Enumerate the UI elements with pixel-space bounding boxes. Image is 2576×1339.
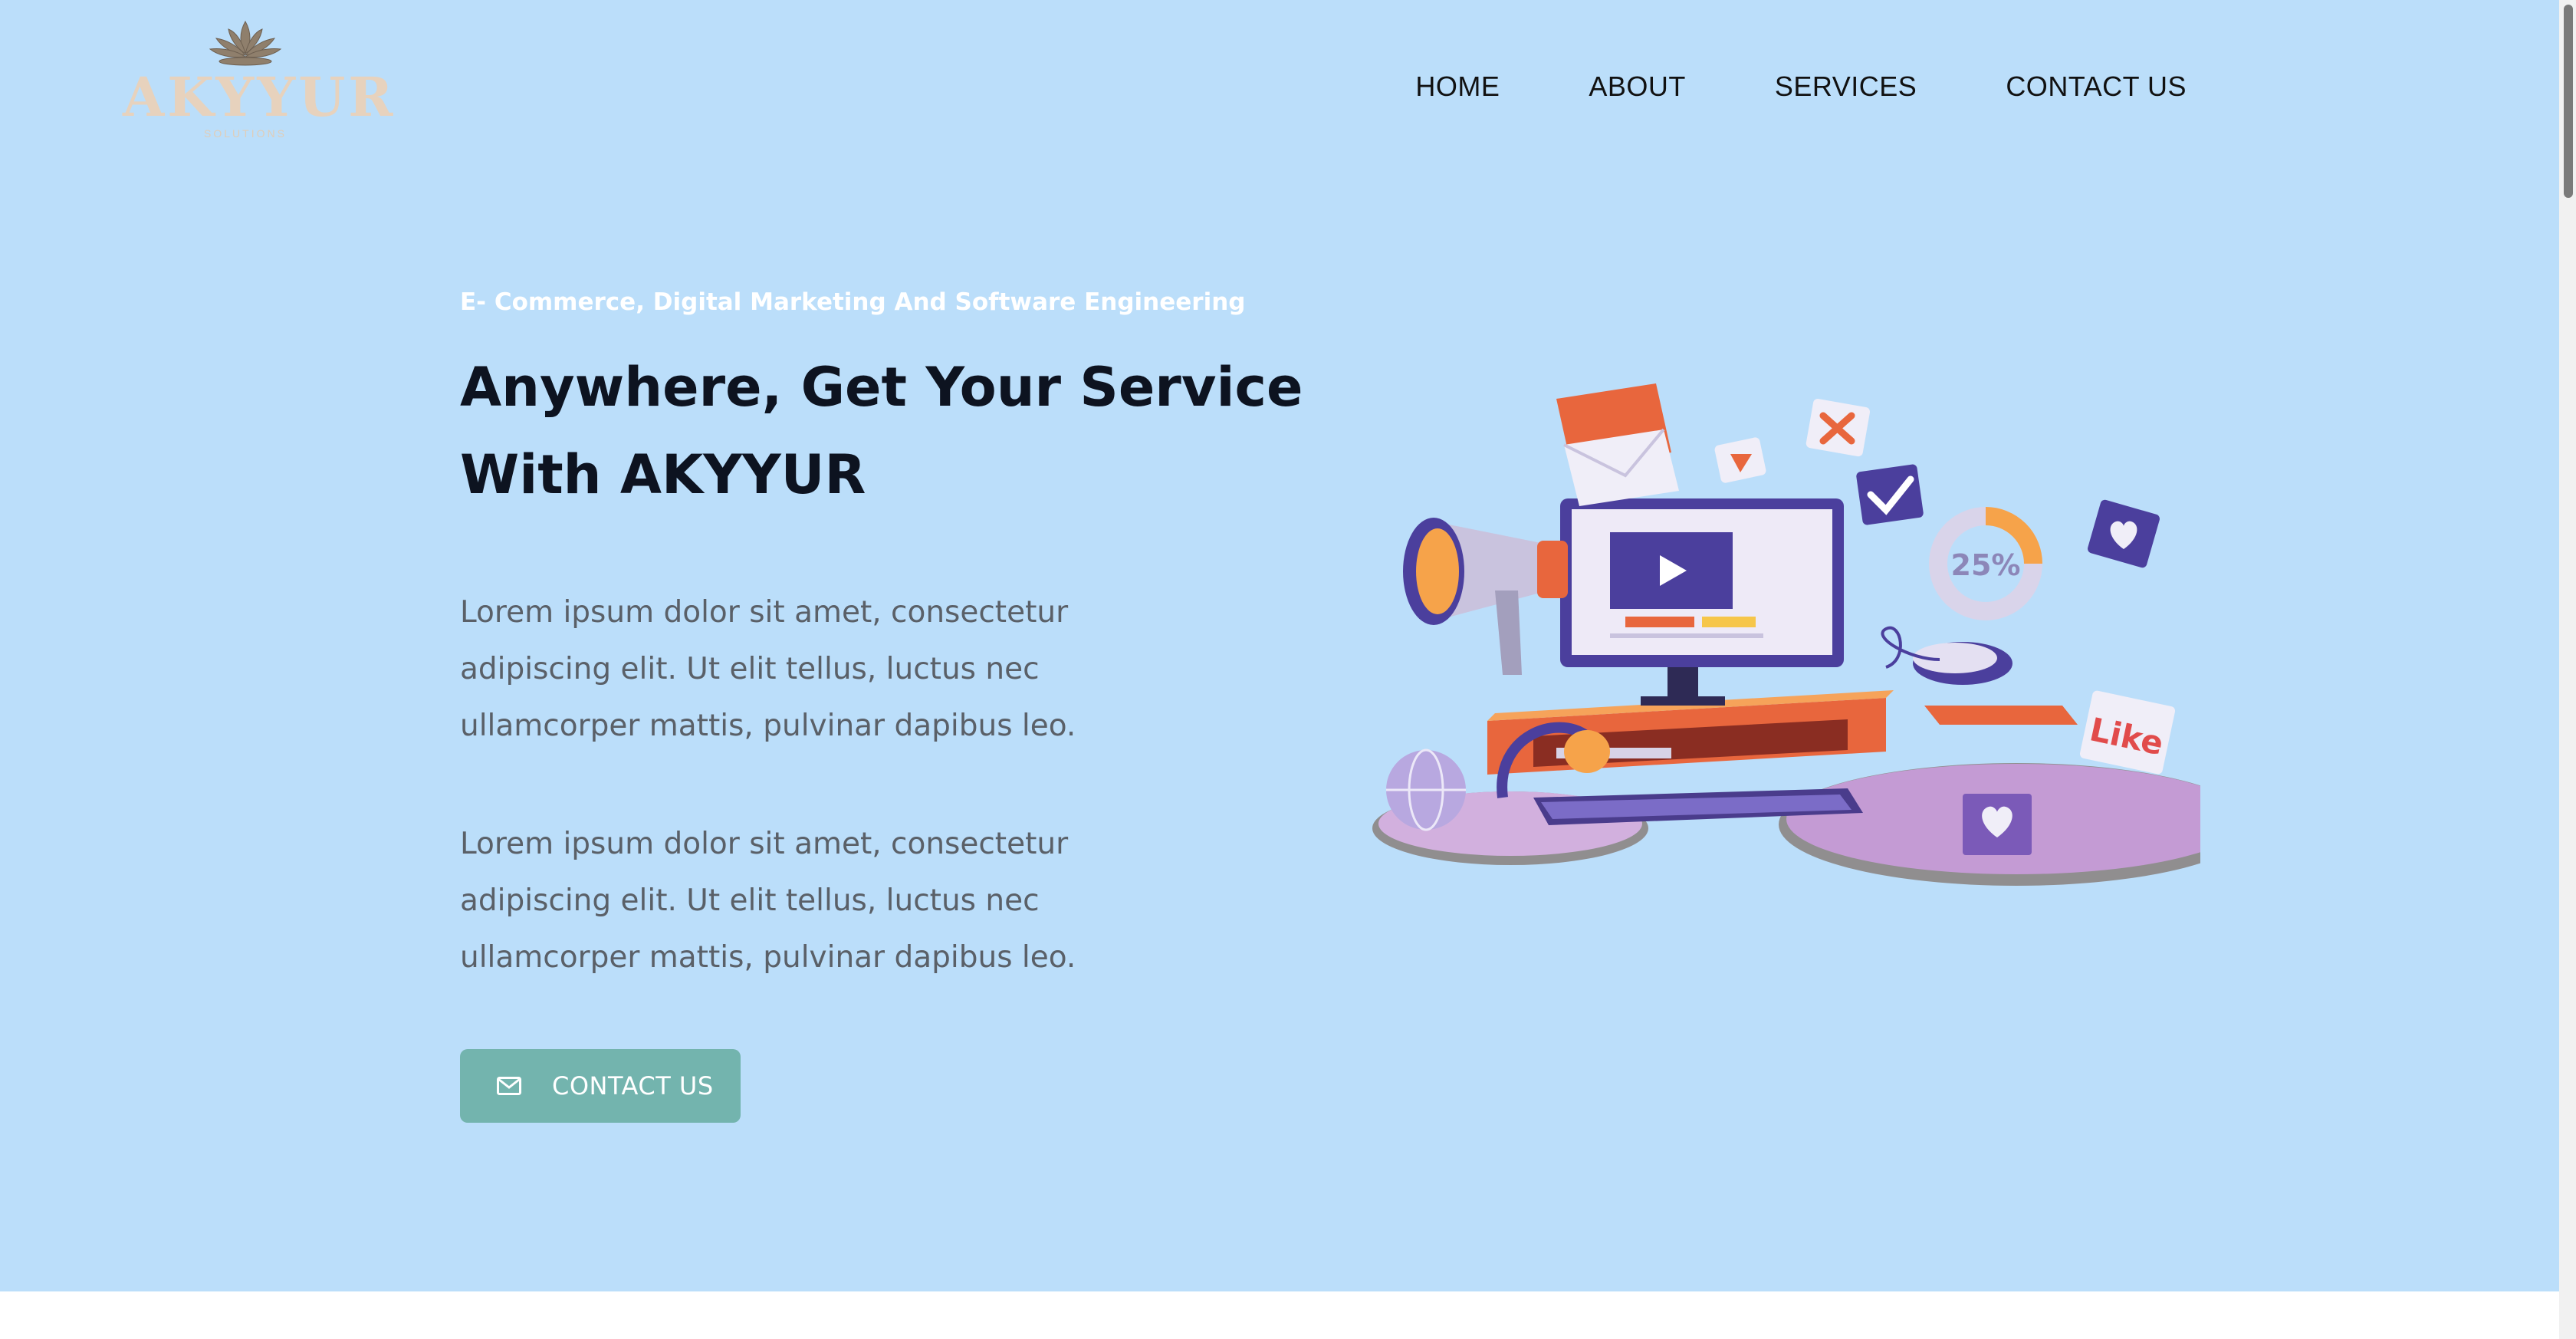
next-section — [0, 1291, 2576, 1339]
headline-line-2: With AKYYUR — [460, 443, 866, 506]
hero-paragraph-1: Lorem ipsum dolor sit amet, consectetur … — [460, 595, 1076, 743]
digital-marketing-illustration: 25% Like — [1372, 383, 2200, 886]
brand-logo[interactable]: AKYYUR SOLUTIONS — [123, 17, 396, 163]
discount-label: 25% — [1951, 548, 2021, 582]
lotus-icon — [209, 20, 282, 66]
contact-us-button[interactable]: CONTACT US — [460, 1049, 741, 1123]
page: AKYYUR SOLUTIONS HOME ABOUT SERVICES CON… — [0, 0, 2576, 1339]
hero-paragraph-2: Lorem ipsum dolor sit amet, consectetur … — [460, 827, 1076, 975]
nav-item-home[interactable]: HOME — [1415, 71, 1500, 103]
hero-headline: Anywhere, Get Your Service With AKYYUR — [460, 344, 1303, 518]
logo-wordmark: AKYYUR — [123, 65, 396, 129]
scrollbar[interactable] — [2559, 0, 2576, 1339]
hero-section: AKYYUR SOLUTIONS HOME ABOUT SERVICES CON… — [0, 0, 2576, 1291]
nav-item-about[interactable]: ABOUT — [1589, 71, 1686, 103]
hero-eyebrow: E- Commerce, Digital Marketing And Softw… — [460, 288, 1246, 316]
contact-us-button-label: CONTACT US — [552, 1071, 714, 1100]
envelope-icon — [497, 1077, 521, 1095]
headline-line-1: Anywhere, Get Your Service — [460, 356, 1303, 419]
main-nav: HOME ABOUT SERVICES CONTACT US — [1415, 71, 2187, 103]
nav-item-contact-us[interactable]: CONTACT US — [2006, 71, 2187, 103]
scrollbar-thumb[interactable] — [2564, 5, 2573, 198]
logo-tagline: SOLUTIONS — [204, 127, 287, 140]
nav-item-services[interactable]: SERVICES — [1775, 71, 1917, 103]
